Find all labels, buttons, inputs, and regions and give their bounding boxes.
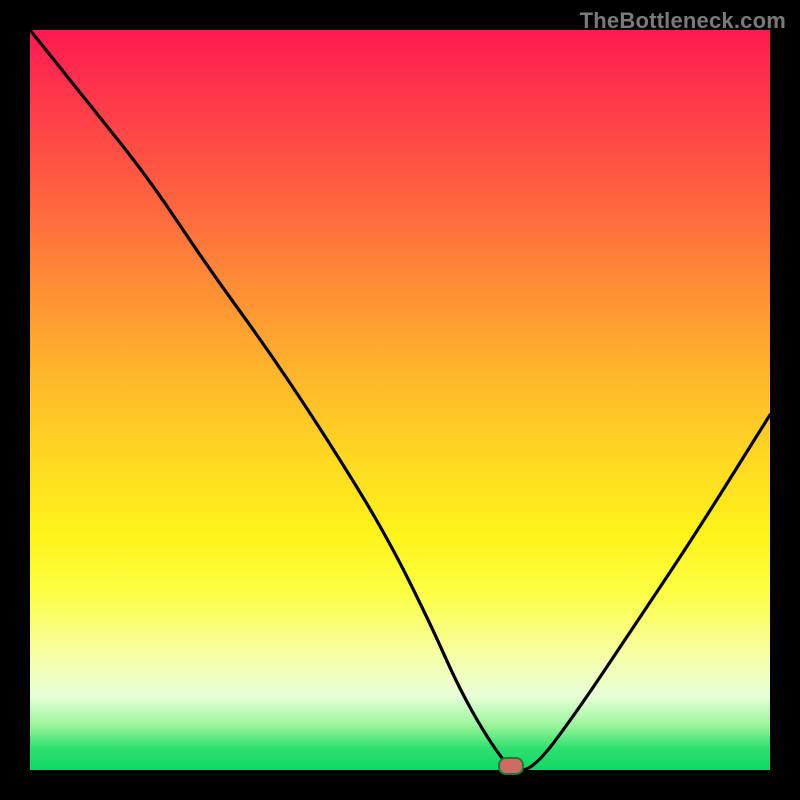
optimal-marker <box>498 757 524 775</box>
chart-frame: TheBottleneck.com <box>0 0 800 800</box>
watermark-text: TheBottleneck.com <box>580 8 786 34</box>
plot-area <box>30 30 770 770</box>
bottleneck-curve <box>30 30 770 770</box>
